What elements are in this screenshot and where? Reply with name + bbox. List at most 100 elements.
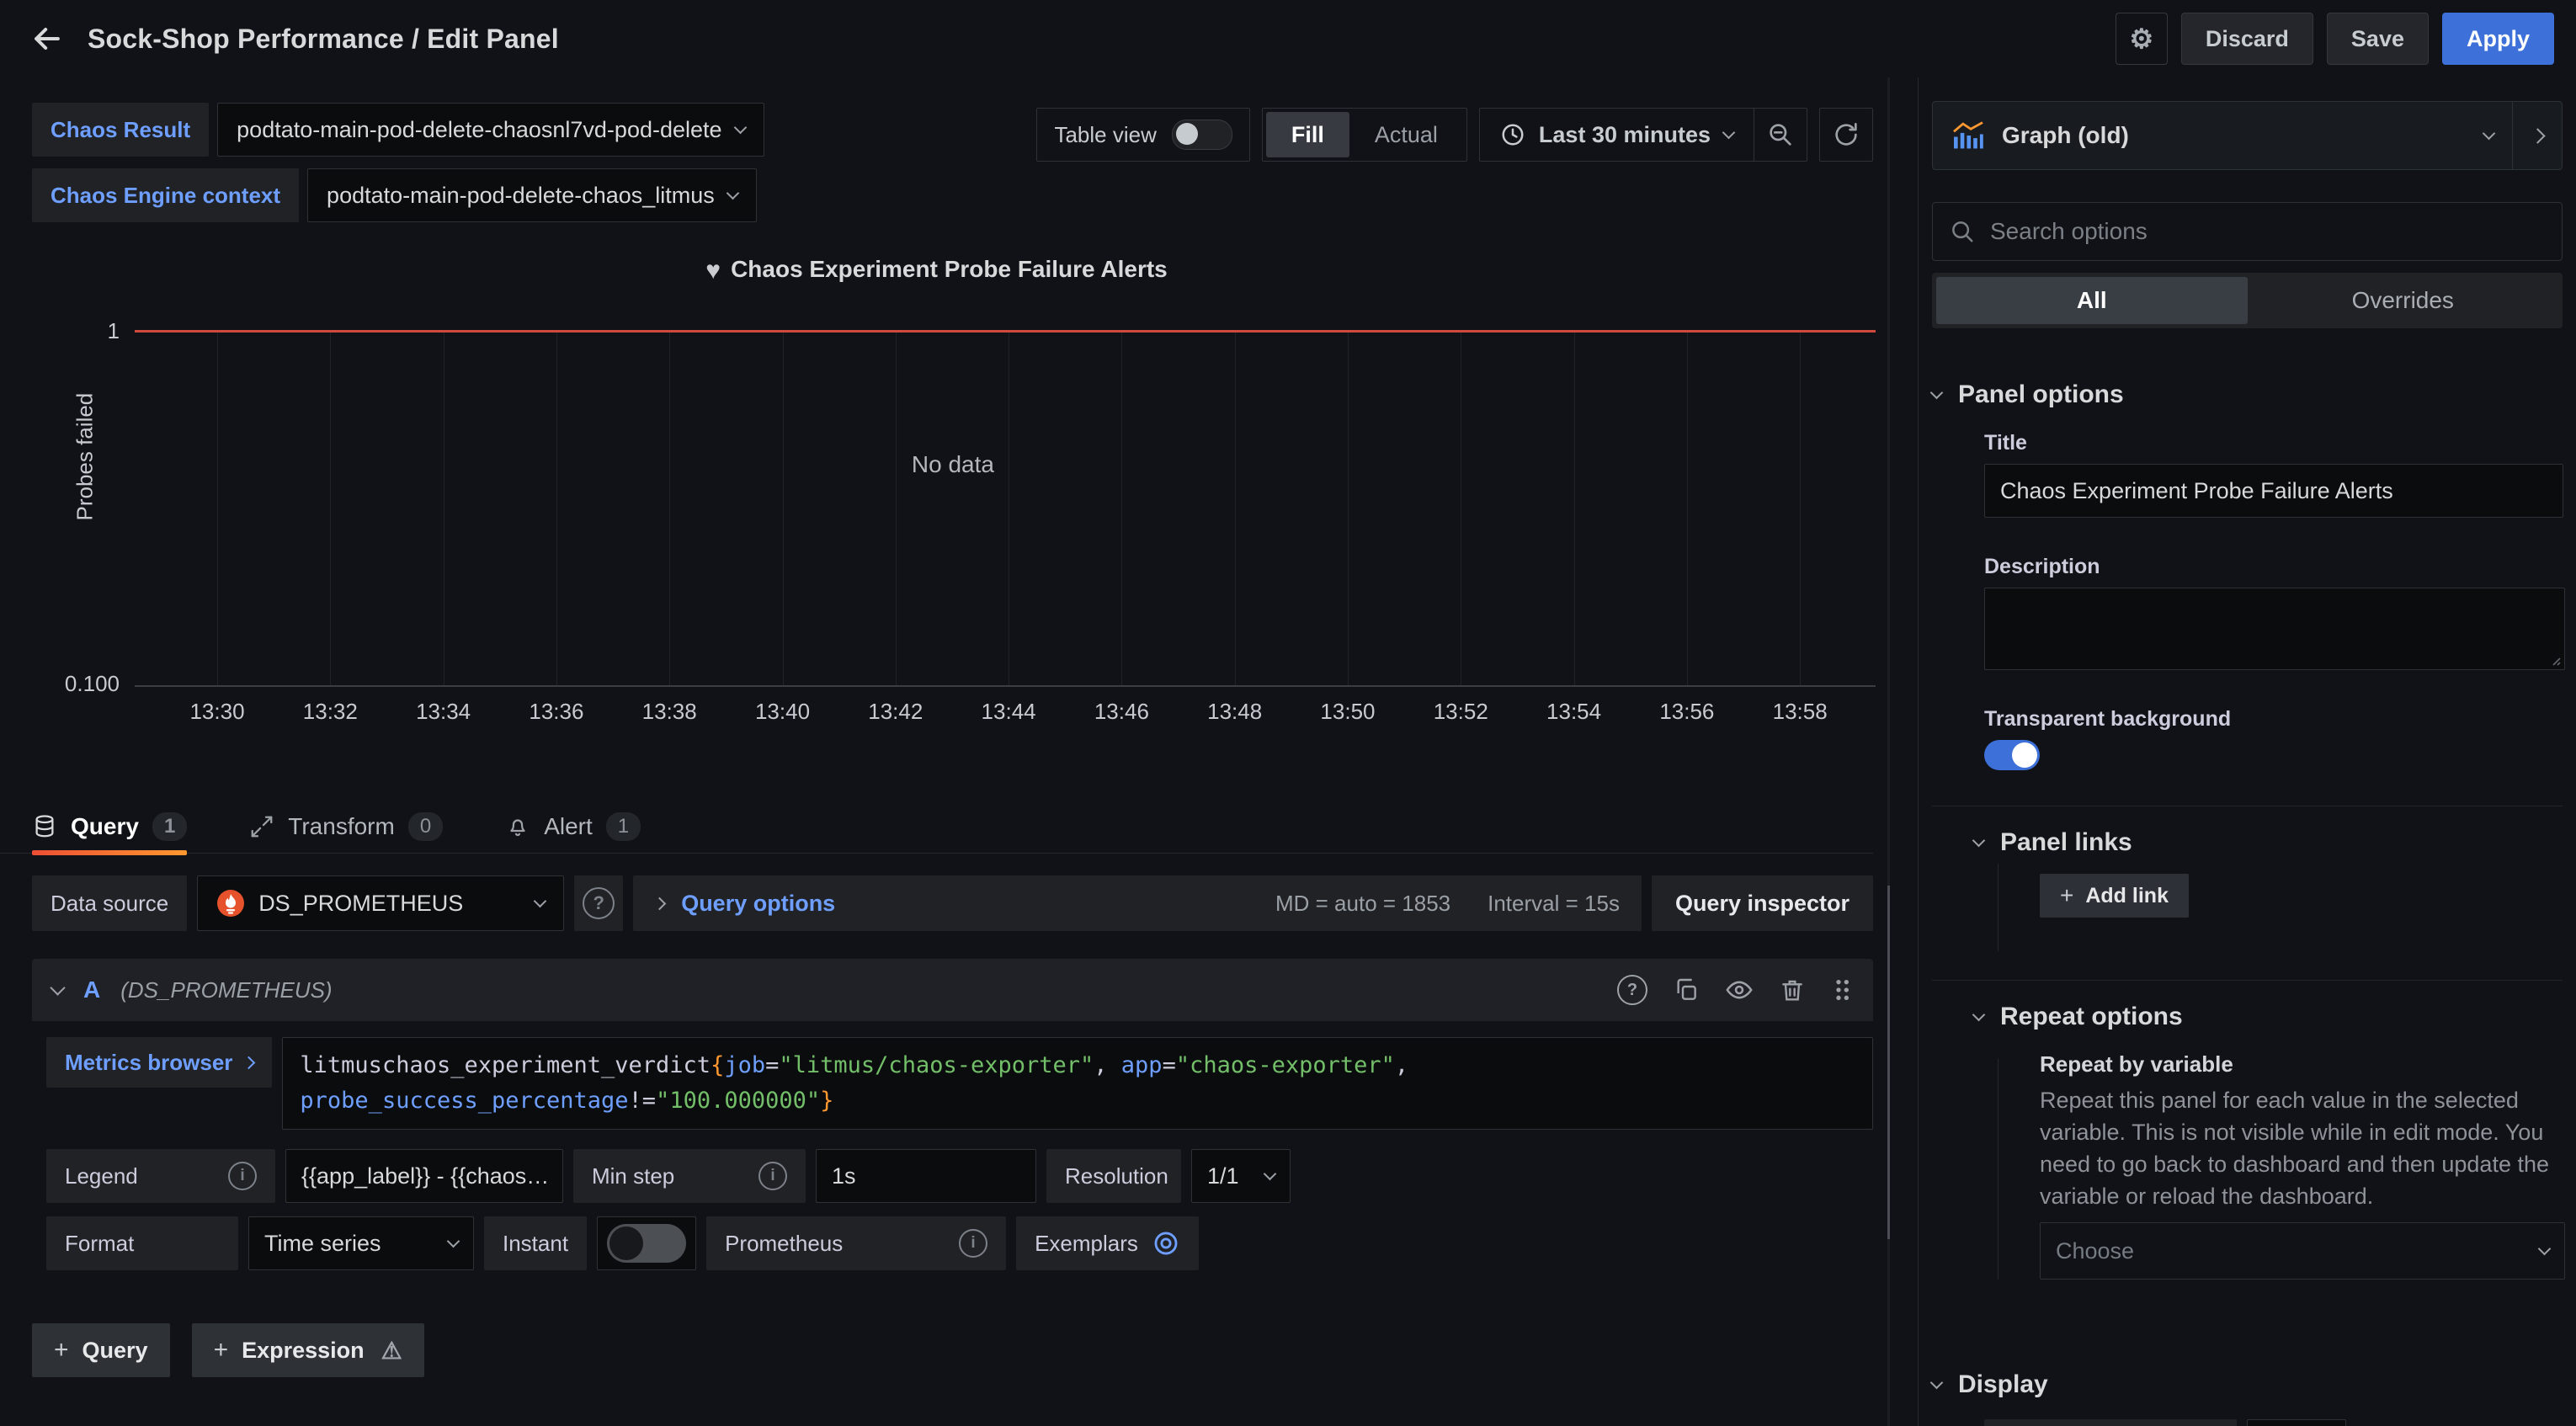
info-icon[interactable]: i [228, 1162, 257, 1190]
x-tick-label: 13:40 [755, 699, 810, 725]
tab-label: Transform [288, 813, 395, 840]
query-options-toggle[interactable]: Query options MD = auto = 1853 Interval … [633, 875, 1642, 931]
refresh-icon [1833, 121, 1860, 148]
exemplars-toggle-icon[interactable] [1152, 1229, 1180, 1258]
scrollbar-thumb[interactable] [1887, 886, 1890, 1239]
query-inspector-button[interactable]: Query inspector [1652, 875, 1873, 931]
add-expression-button[interactable]: + Expression ⚠ [192, 1323, 424, 1377]
promql-token: app [1121, 1052, 1163, 1078]
format-select[interactable]: Time series [248, 1216, 474, 1270]
x-tick-label: 13:48 [1207, 699, 1262, 725]
page-title: Sock-Shop Performance / Edit Panel [88, 24, 559, 55]
tab-transform[interactable]: Transform 0 [249, 800, 443, 854]
repeat-variable-select[interactable]: Choose [2040, 1222, 2565, 1280]
panel-title-input[interactable] [1984, 464, 2563, 518]
panel-settings-button[interactable]: ⚙ [2116, 13, 2168, 65]
transparent-bg-toggle[interactable] [1984, 740, 2040, 770]
variable-value: podtato-main-pod-delete-chaosnl7vd-pod-d… [237, 117, 721, 143]
info-icon[interactable]: i [758, 1162, 787, 1190]
table-view-toggle[interactable] [1172, 120, 1232, 150]
plus-icon: + [2060, 882, 2073, 909]
discard-button[interactable]: Discard [2181, 13, 2313, 65]
fill-option[interactable]: Fill [1266, 112, 1349, 157]
min-step-input[interactable] [816, 1149, 1036, 1203]
choose-placeholder: Choose [2056, 1238, 2134, 1264]
panel-links-section-header[interactable]: Panel links [1974, 828, 2563, 857]
time-range-label: Last 30 minutes [1539, 122, 1711, 148]
resolution-select[interactable]: 1/1 [1191, 1149, 1291, 1203]
clock-icon [1500, 122, 1525, 147]
repeat-description: Repeat this panel for each value in the … [2040, 1084, 2562, 1212]
visualization-suggestions-button[interactable] [2512, 102, 2562, 169]
query-row-header[interactable]: A (DS_PROMETHEUS) ? [32, 959, 1873, 1021]
no-data-message: No data [912, 451, 994, 478]
datasource-help-button[interactable]: ? [574, 875, 623, 931]
plus-icon: + [54, 1336, 69, 1365]
chart-plot: No data 1 0.100 Probes failed [135, 330, 1876, 687]
chevron-down-icon [726, 187, 740, 200]
disable-query-button[interactable] [1725, 976, 1754, 1004]
promql-editor[interactable]: litmuschaos_experiment_verdict{job="litm… [282, 1037, 1873, 1130]
apply-button[interactable]: Apply [2442, 13, 2554, 65]
bars-label-chip: Bars [1984, 1419, 2237, 1426]
query-format-row: Format Time series Instant Prometheus i … [46, 1216, 1873, 1270]
grip-icon [1831, 976, 1853, 1003]
save-button[interactable]: Save [2327, 13, 2429, 65]
metrics-browser-button[interactable]: Metrics browser [46, 1037, 272, 1088]
tab-alert[interactable]: Alert 1 [505, 800, 641, 854]
panel-links-body: + Add link [1979, 857, 2563, 951]
datasource-picker[interactable]: DS_PROMETHEUS [197, 875, 564, 931]
delete-query-button[interactable] [1779, 976, 1806, 1003]
query-footer-buttons: + Query + Expression ⚠ [32, 1323, 1873, 1377]
resize-handle-icon[interactable] [2547, 652, 2561, 666]
panel-description-textarea[interactable] [1984, 588, 2565, 670]
info-icon[interactable]: i [959, 1229, 987, 1258]
refresh-button[interactable] [1820, 109, 1872, 161]
visualization-dropdown[interactable]: Graph (old) [1933, 102, 2512, 169]
duplicate-query-button[interactable] [1673, 976, 1700, 1003]
zoom-out-button[interactable] [1754, 109, 1807, 161]
chevron-down-icon [534, 895, 547, 908]
query-editor: Data source DS_PROMETHEUS ? Query option… [32, 875, 1873, 1377]
query-options-label: Query options [681, 891, 835, 917]
tab-query[interactable]: Query 1 [32, 800, 187, 854]
options-search-input[interactable] [1988, 217, 2545, 246]
instant-toggle[interactable] [607, 1224, 686, 1263]
promql-token: = [765, 1052, 779, 1078]
time-range-button[interactable]: Last 30 minutes [1480, 109, 1754, 161]
promql-token: "chaos-exporter" [1176, 1052, 1395, 1078]
promql-token: litmuschaos_experiment_verdict [300, 1052, 711, 1078]
actual-option[interactable]: Actual [1349, 112, 1463, 157]
section-title: Repeat options [2000, 1003, 2183, 1031]
promql-token: job [724, 1052, 765, 1078]
tab-overrides[interactable]: Overrides [2248, 277, 2559, 324]
add-link-button[interactable]: + Add link [2040, 874, 2189, 918]
section-title: Panel links [2000, 828, 2132, 857]
graph-viz-icon [1951, 121, 1985, 150]
repeat-options-section-header[interactable]: Repeat options [1974, 1003, 2563, 1031]
tab-count-badge: 0 [408, 812, 443, 841]
variable-value-dropdown[interactable]: podtato-main-pod-delete-chaos_litmus [307, 168, 757, 222]
variable-value-dropdown[interactable]: podtato-main-pod-delete-chaosnl7vd-pod-d… [217, 103, 764, 157]
query-help-button[interactable]: ? [1617, 975, 1647, 1005]
chart-gridline [1121, 333, 1122, 685]
search-icon [1950, 219, 1975, 244]
tab-all[interactable]: All [1936, 277, 2248, 324]
variable-chaos-engine-context: Chaos Engine context podtato-main-pod-de… [32, 168, 764, 222]
table-view-label: Table view [1054, 122, 1156, 148]
back-button[interactable] [22, 13, 72, 64]
add-query-button[interactable]: + Query [32, 1323, 170, 1377]
description-field-label: Description [1984, 555, 2563, 579]
drag-handle[interactable] [1831, 976, 1853, 1003]
repeat-options-body: Repeat by variable Repeat this panel for… [1979, 1051, 2563, 1280]
display-section-header[interactable]: Display [1932, 1370, 2563, 1399]
collapse-chevron-icon[interactable] [50, 980, 65, 995]
min-step-label-chip: Min step i [573, 1149, 806, 1203]
chart-gridline [1348, 333, 1349, 685]
panel-options-section-header[interactable]: Panel options [1932, 380, 2563, 409]
tab-count-badge: 1 [606, 812, 641, 841]
arrow-left-icon [29, 20, 66, 57]
question-circle-icon: ? [1617, 975, 1647, 1005]
legend-format-input[interactable] [285, 1149, 563, 1203]
pane-splitter[interactable] [1887, 77, 1890, 1426]
